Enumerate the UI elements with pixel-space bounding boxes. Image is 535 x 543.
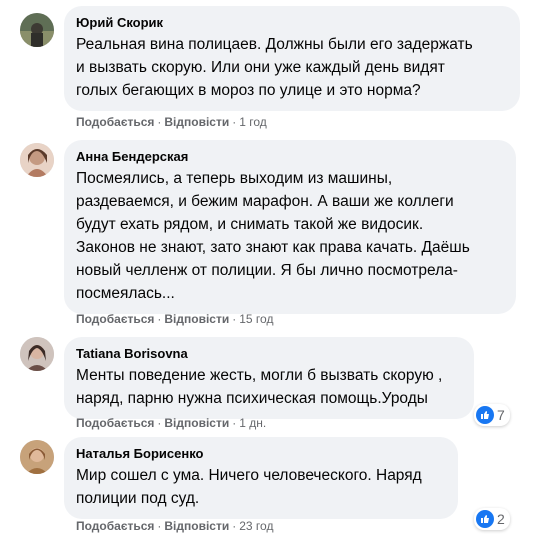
avatar[interactable] xyxy=(20,337,54,371)
comment-author[interactable]: Tatiana Borisovna xyxy=(76,345,462,362)
comment-author[interactable]: Анна Бендерская xyxy=(76,148,504,165)
reply-button[interactable]: Відповісти xyxy=(164,312,229,326)
comment-actions: Подобається · Відповісти · 15 год xyxy=(76,312,274,326)
reaction-summary[interactable]: 2 xyxy=(474,508,510,530)
avatar[interactable] xyxy=(20,143,54,177)
comment-text: Мир сошел с ума. Ничего человеческого. Н… xyxy=(76,464,446,510)
comment-line: Законов не знают, зато знают как права к… xyxy=(76,239,470,256)
comment-line: посмеялась... xyxy=(76,285,175,302)
comment-line: полиции под суд. xyxy=(76,490,200,507)
comment-line: Мир сошел с ума. Ничего человеческого. Н… xyxy=(76,467,422,484)
comment-bubble: Наталья Борисенко Мир сошел с ума. Ничег… xyxy=(64,437,458,519)
avatar[interactable] xyxy=(20,440,54,474)
comment-bubble: Tatiana Borisovna Менты поведение жесть,… xyxy=(64,337,474,419)
comment-time[interactable]: 1 год xyxy=(239,115,267,129)
comment-actions: Подобається · Відповісти · 23 год xyxy=(76,519,274,533)
like-button[interactable]: Подобається xyxy=(76,519,154,533)
avatar[interactable] xyxy=(20,13,54,47)
comment-actions: Подобається · Відповісти · 1 дн. xyxy=(76,416,267,430)
comment-text: Реальная вина полицаев. Должны были его … xyxy=(76,33,508,102)
comment-line: будут ехать рядом, и снимать такой же ви… xyxy=(76,216,424,233)
comment-line: раздеваемся, и бежим марафон. А ваши же … xyxy=(76,193,454,210)
reply-button[interactable]: Відповісти xyxy=(164,416,229,430)
reply-button[interactable]: Відповісти xyxy=(164,115,229,129)
comment-author[interactable]: Юрий Скорик xyxy=(76,14,508,31)
comment-time[interactable]: 15 год xyxy=(239,312,273,326)
comment-line: новый челленж от полиции. Я бы лично пос… xyxy=(76,262,458,279)
comment-actions: Подобається · Відповісти · 1 год xyxy=(76,115,267,129)
reaction-summary[interactable]: 7 xyxy=(474,404,510,426)
comment-bubble: Юрий Скорик Реальная вина полицаев. Долж… xyxy=(64,6,520,111)
like-button[interactable]: Подобається xyxy=(76,416,154,430)
comment-time[interactable]: 23 год xyxy=(239,519,273,533)
comment-line: Посмеялись, а теперь выходим из машины, xyxy=(76,170,393,187)
comment-line: Менты поведение жесть, могли б вызвать с… xyxy=(76,367,443,384)
like-button[interactable]: Подобається xyxy=(76,115,154,129)
comment-line: Реальная вина полицаев. Должны были его … xyxy=(76,36,473,53)
comment-text: Менты поведение жесть, могли б вызвать с… xyxy=(76,364,462,410)
comment-line: наряд, парню нужна психическая помощь.Ур… xyxy=(76,390,428,407)
like-icon xyxy=(476,406,494,424)
comment-time[interactable]: 1 дн. xyxy=(239,416,266,430)
comment-line: и вызвать скорую. Или они уже каждый ден… xyxy=(76,59,445,76)
comment-author[interactable]: Наталья Борисенко xyxy=(76,445,446,462)
reaction-count: 7 xyxy=(497,407,505,423)
reply-button[interactable]: Відповісти xyxy=(164,519,229,533)
reaction-count: 2 xyxy=(497,511,505,527)
comment-text: Посмеялись, а теперь выходим из машины, … xyxy=(76,167,504,305)
comment-line: голых бегающих в мороз по улице и это но… xyxy=(76,82,421,99)
like-button[interactable]: Подобається xyxy=(76,312,154,326)
comment-bubble: Анна Бендерская Посмеялись, а теперь вых… xyxy=(64,140,516,314)
like-icon xyxy=(476,510,494,528)
